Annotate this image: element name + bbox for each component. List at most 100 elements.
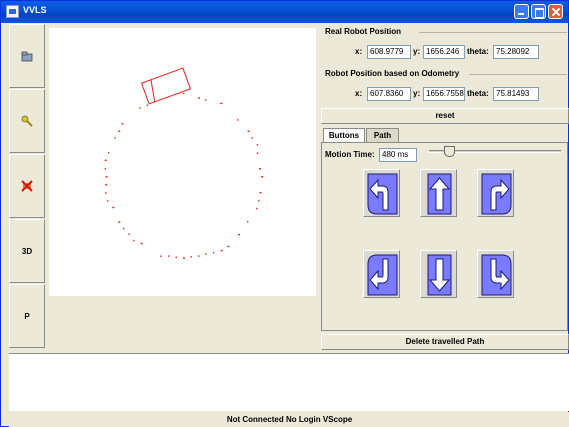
path-point [105, 184, 108, 186]
canvas-footer [49, 297, 319, 353]
up-arrow-icon [427, 173, 452, 215]
odometry-x-label: x: [355, 89, 363, 98]
real-theta-label: theta: [467, 47, 489, 56]
disconnect-tool-button[interactable] [9, 154, 45, 218]
path-point [220, 102, 223, 105]
real-theta-field[interactable]: 75.28092 [493, 45, 539, 59]
path-point [205, 99, 207, 101]
p-button[interactable]: P [9, 284, 45, 348]
path-point [118, 221, 121, 223]
path-point [251, 137, 253, 139]
3d-view-button[interactable]: 3D [9, 219, 45, 283]
window-title: VVLS [23, 5, 47, 15]
odometry-y-field[interactable]: 1656.7558 [423, 87, 465, 101]
path-point [146, 104, 149, 106]
path-point [105, 192, 107, 194]
path-point [247, 221, 249, 223]
robot-marker [140, 67, 192, 105]
path-point [140, 242, 143, 245]
path-point [175, 256, 177, 258]
path-point [259, 168, 261, 170]
odometry-x-field[interactable]: 607.8360 [367, 87, 411, 101]
path-point [227, 245, 230, 248]
robot-path-plot [104, 67, 264, 259]
path-point [212, 251, 215, 254]
group-divider [469, 74, 567, 75]
turn-left-button[interactable] [363, 169, 400, 217]
path-point [237, 119, 239, 121]
path-point [197, 97, 200, 99]
real-x-label: x: [355, 47, 363, 56]
path-point [258, 199, 260, 202]
path-point [205, 253, 207, 255]
log-area[interactable] [9, 353, 569, 411]
turn-left-arrow-icon [367, 173, 398, 215]
odometry-y-label: y: [413, 89, 421, 98]
path-point [112, 206, 115, 209]
app-window: VVLS 3D P Real Robot Position x: 608.977… [0, 0, 569, 427]
path-point [122, 227, 125, 230]
open-tool-button[interactable] [9, 24, 45, 88]
path-point [183, 92, 185, 95]
path-point [104, 159, 107, 161]
open-folder-icon [21, 50, 33, 62]
path-point [259, 192, 262, 194]
turn-right-arrow-icon [481, 173, 512, 215]
robot-map-canvas[interactable] [49, 28, 316, 296]
forward-button[interactable] [420, 169, 457, 217]
close-button[interactable] [548, 4, 563, 19]
tab-path[interactable]: Path [366, 128, 399, 142]
path-point [198, 255, 200, 257]
disconnect-icon [21, 180, 33, 192]
backward-button[interactable] [420, 250, 457, 298]
back-right-arrow-icon [481, 254, 512, 296]
path-point [118, 130, 121, 132]
path-point [160, 255, 162, 257]
turn-right-button[interactable] [477, 169, 514, 217]
maximize-button[interactable] [531, 4, 546, 19]
odometry-theta-label: theta: [467, 89, 489, 98]
path-point [220, 249, 223, 252]
status-bar: Not Connected No Login VScope [9, 412, 569, 427]
path-point [121, 123, 124, 125]
path-point [183, 257, 185, 259]
real-x-field[interactable]: 608.9779 [367, 45, 411, 59]
odometry-theta-field[interactable]: 75.81493 [493, 87, 539, 101]
path-point [105, 176, 108, 178]
delete-path-button[interactable]: Delete travelled Path [321, 334, 569, 350]
real-y-label: y: [413, 47, 421, 56]
real-y-field[interactable]: 1656.246 [423, 45, 465, 59]
path-point [190, 256, 192, 258]
path-point [256, 207, 258, 210]
down-arrow-icon [427, 254, 452, 296]
app-icon [6, 5, 19, 18]
back-left-arrow-icon [367, 254, 398, 296]
odometry-position-title: Robot Position based on Odometry [325, 69, 463, 78]
left-toolbar: 3D P [9, 24, 45, 349]
path-point [256, 144, 259, 146]
back-right-button[interactable] [477, 250, 514, 298]
motion-time-label: Motion Time: [325, 150, 375, 159]
reset-button[interactable]: reset [321, 108, 569, 124]
motion-time-field[interactable]: 480 ms [379, 148, 417, 162]
path-point [128, 233, 130, 235]
travelled-path [104, 92, 264, 259]
path-point [114, 137, 116, 139]
path-point [133, 239, 135, 242]
path-point [104, 167, 106, 170]
title-bar[interactable]: VVLS [1, 1, 568, 23]
path-point [139, 107, 141, 109]
slider-thumb[interactable] [443, 146, 455, 157]
key-icon [21, 115, 33, 127]
path-point [107, 200, 109, 202]
back-left-button[interactable] [363, 250, 400, 298]
path-point [247, 130, 250, 132]
group-divider [419, 32, 567, 33]
path-point [168, 255, 170, 257]
tab-buttons[interactable]: Buttons [323, 128, 365, 142]
key-tool-button[interactable] [9, 89, 45, 153]
minimize-button[interactable] [514, 4, 529, 19]
path-point [256, 152, 259, 154]
path-point [238, 233, 241, 236]
path-point [261, 176, 264, 178]
